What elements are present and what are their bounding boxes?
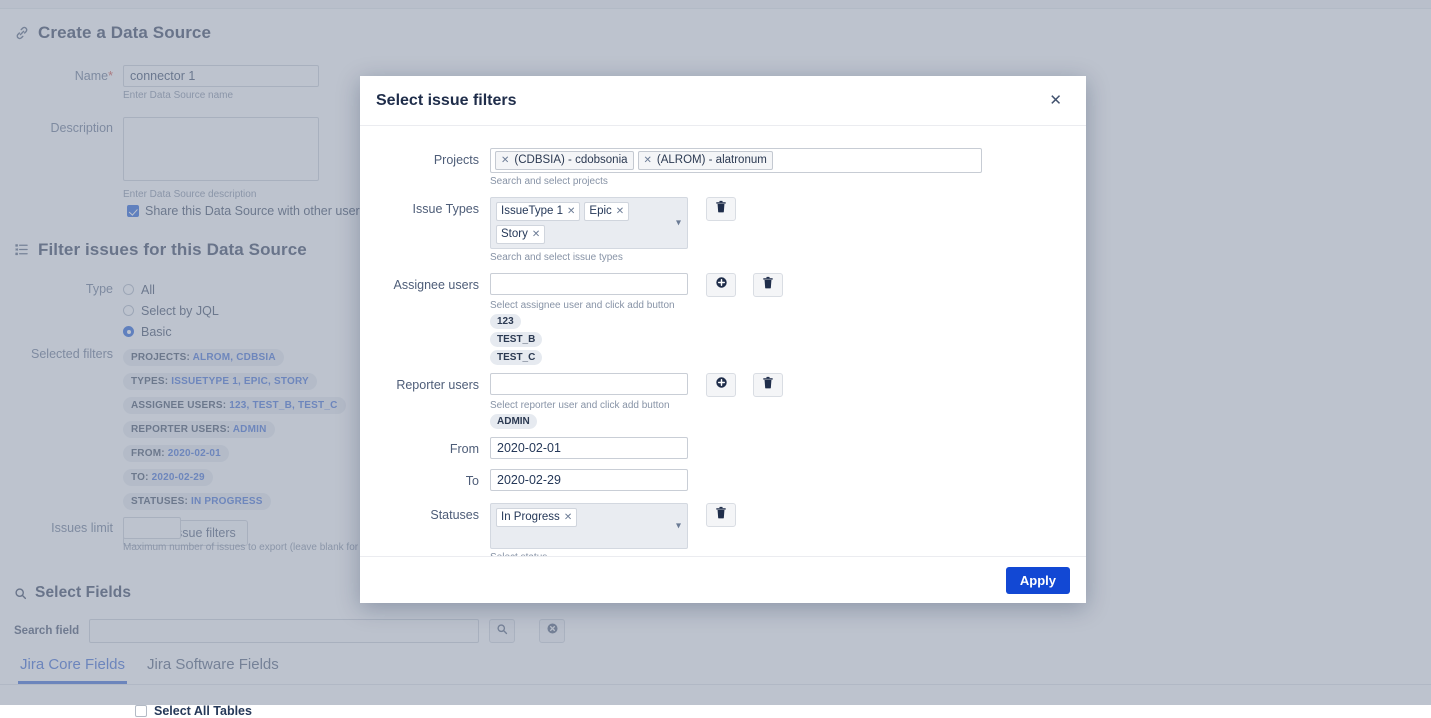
trash-icon: [762, 376, 774, 394]
remove-token-icon[interactable]: ✕: [567, 204, 575, 219]
remove-token-icon[interactable]: ✕: [564, 510, 572, 525]
projects-token-input[interactable]: ✕ (CDBSIA) - cdobsonia ✕ (ALROM) - alatr…: [490, 148, 982, 173]
from-label: From: [360, 437, 490, 461]
issue-type-token[interactable]: Story ✕: [496, 225, 545, 244]
issue-type-token[interactable]: Epic ✕: [584, 202, 629, 221]
reporter-user-chip: ADMIN: [490, 414, 537, 429]
to-label: To: [360, 469, 490, 493]
projects-label: Projects: [360, 148, 490, 172]
reporter-delete-button[interactable]: [753, 373, 783, 397]
reporter-users-input[interactable]: [490, 373, 688, 395]
projects-token-label: (CDBSIA) - cdobsonia: [514, 153, 627, 168]
projects-token[interactable]: ✕ (CDBSIA) - cdobsonia: [495, 151, 634, 170]
select-all-tables-row[interactable]: Select All Tables: [135, 704, 252, 718]
assignee-add-button[interactable]: [706, 273, 736, 297]
select-issue-filters-dialog: Select issue filters ✕ Projects ✕ (CDBSI…: [360, 76, 1086, 603]
statuses-label: Statuses: [360, 503, 490, 527]
close-icon[interactable]: ✕: [1043, 89, 1068, 112]
statuses-delete-button[interactable]: [706, 503, 736, 527]
assignee-user-chip: TEST_B: [490, 332, 542, 347]
issue-types-hint: Search and select issue types: [490, 252, 736, 263]
assignee-delete-button[interactable]: [753, 273, 783, 297]
assignee-user-chip: TEST_C: [490, 350, 542, 365]
statuses-row: Statuses In Progress ✕ ▾: [360, 503, 1086, 556]
assignee-users-hint: Select assignee user and click add butto…: [490, 300, 783, 311]
status-token-label: In Progress: [501, 510, 560, 525]
chevron-down-icon: ▾: [676, 218, 681, 229]
select-all-tables-label: Select All Tables: [154, 704, 252, 718]
apply-button[interactable]: Apply: [1006, 567, 1070, 594]
issue-types-delete-button[interactable]: [706, 197, 736, 221]
trash-icon: [762, 276, 774, 294]
assignee-users-row: Assignee users: [360, 273, 1086, 365]
remove-token-icon[interactable]: ✕: [532, 227, 540, 242]
dialog-header: Select issue filters ✕: [360, 76, 1086, 126]
dialog-title: Select issue filters: [376, 92, 1043, 110]
projects-token[interactable]: ✕ (ALROM) - alatronum: [638, 151, 773, 170]
issue-types-row: Issue Types IssueType 1 ✕ Epic ✕ Story: [360, 197, 1086, 263]
trash-icon: [715, 506, 727, 524]
assignee-users-input[interactable]: [490, 273, 688, 295]
dialog-body: Projects ✕ (CDBSIA) - cdobsonia ✕ (ALROM…: [360, 126, 1086, 556]
reporter-users-row: Reporter users: [360, 373, 1086, 429]
to-date-input[interactable]: [490, 469, 688, 491]
plus-circle-icon: [715, 276, 728, 294]
reporter-chip-list: ADMIN: [490, 411, 783, 429]
projects-hint: Search and select projects: [490, 176, 982, 187]
dialog-footer: Apply: [360, 556, 1086, 603]
select-all-tables-checkbox[interactable]: [135, 705, 147, 717]
status-token[interactable]: In Progress ✕: [496, 508, 577, 527]
issue-type-token-label: IssueType 1: [501, 204, 563, 219]
issue-type-token-label: Epic: [589, 204, 611, 219]
remove-token-icon[interactable]: ✕: [616, 204, 624, 219]
from-date-input[interactable]: [490, 437, 688, 459]
assignee-users-label: Assignee users: [360, 273, 490, 297]
assignee-chip-list: 123 TEST_B TEST_C: [490, 311, 783, 365]
assignee-user-chip: 123: [490, 314, 521, 329]
reporter-users-hint: Select reporter user and click add butto…: [490, 400, 783, 411]
trash-icon: [715, 200, 727, 218]
reporter-users-label: Reporter users: [360, 373, 490, 397]
reporter-add-button[interactable]: [706, 373, 736, 397]
issue-types-multiselect[interactable]: IssueType 1 ✕ Epic ✕ Story ✕ ▾: [490, 197, 688, 249]
issue-types-label: Issue Types: [360, 197, 490, 221]
remove-token-icon[interactable]: ✕: [644, 153, 652, 168]
plus-circle-icon: [715, 376, 728, 394]
to-row: To: [360, 469, 1086, 493]
statuses-multiselect[interactable]: In Progress ✕ ▾: [490, 503, 688, 549]
chevron-down-icon: ▾: [676, 521, 681, 532]
projects-token-label: (ALROM) - alatronum: [657, 153, 767, 168]
issue-type-token-label: Story: [501, 227, 528, 242]
remove-token-icon[interactable]: ✕: [501, 153, 509, 168]
issue-type-token[interactable]: IssueType 1 ✕: [496, 202, 580, 221]
projects-row: Projects ✕ (CDBSIA) - cdobsonia ✕ (ALROM…: [360, 148, 1086, 187]
from-row: From: [360, 437, 1086, 461]
